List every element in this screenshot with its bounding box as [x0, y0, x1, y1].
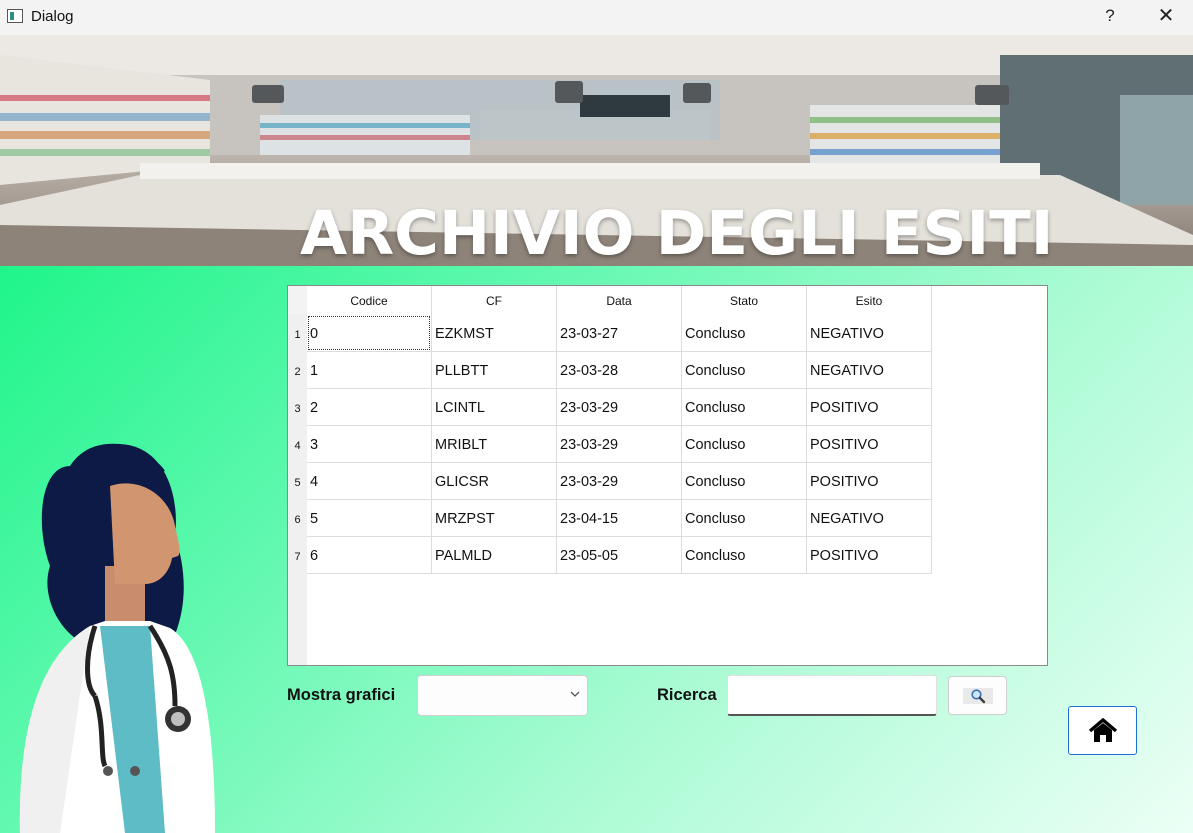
row-number[interactable]: 7 [288, 537, 307, 574]
column-header-data[interactable]: Data [557, 286, 682, 315]
table-cell-esito[interactable]: NEGATIVO [807, 500, 932, 537]
table-cell-cf[interactable]: PALMLD [432, 537, 557, 574]
home-icon [1088, 718, 1118, 742]
table-cell-esito[interactable]: NEGATIVO [807, 352, 932, 389]
column-header-cf[interactable]: CF [432, 286, 557, 315]
table-cell-cf[interactable]: MRIBLT [432, 426, 557, 463]
charts-label: Mostra grafici [287, 686, 396, 704]
charts-combobox[interactable] [417, 675, 588, 716]
table-cell-esito[interactable]: POSITIVO [807, 463, 932, 500]
column-header-esito[interactable]: Esito [807, 286, 932, 315]
table-cell-data[interactable]: 23-03-29 [557, 426, 682, 463]
column-header-stato[interactable]: Stato [682, 286, 807, 315]
table-cell-codice[interactable]: 0 [307, 315, 432, 352]
table-cell-data[interactable]: 23-03-28 [557, 352, 682, 389]
home-button[interactable] [1068, 706, 1137, 755]
table-cell-cf[interactable]: GLICSR [432, 463, 557, 500]
search-label: Ricerca [657, 686, 717, 704]
magnifier-icon [971, 689, 986, 704]
page-title: ARCHIVIO DEGLI ESITI [300, 198, 1054, 266]
row-number[interactable]: 1 [288, 315, 307, 352]
chevron-down-icon [570, 691, 580, 697]
table-cell-stato[interactable]: Concluso [682, 352, 807, 389]
table-cell-esito[interactable]: POSITIVO [807, 537, 932, 574]
window-title: Dialog [31, 8, 74, 25]
table-cell-stato[interactable]: Concluso [682, 463, 807, 500]
table-cell-stato[interactable]: Concluso [682, 315, 807, 352]
row-number[interactable]: 5 [288, 463, 307, 500]
table-cell-esito[interactable]: POSITIVO [807, 389, 932, 426]
row-number[interactable]: 2 [288, 352, 307, 389]
table-cell-codice[interactable]: 5 [307, 500, 432, 537]
row-number[interactable]: 6 [288, 500, 307, 537]
table-cell-data[interactable]: 23-03-29 [557, 389, 682, 426]
row-number[interactable]: 3 [288, 389, 307, 426]
table-cell-data[interactable]: 23-04-15 [557, 500, 682, 537]
table-cell-cf[interactable]: LCINTL [432, 389, 557, 426]
table-cell-cf[interactable]: EZKMST [432, 315, 557, 352]
table-cell-codice[interactable]: 6 [307, 537, 432, 574]
table-cell-codice[interactable]: 1 [307, 352, 432, 389]
table-cell-esito[interactable]: NEGATIVO [807, 315, 932, 352]
table-cell-stato[interactable]: Concluso [682, 537, 807, 574]
table-cell-codice[interactable]: 3 [307, 426, 432, 463]
results-table[interactable]: Codice CF Data Stato Esito 1 0 EZKMST 23… [287, 285, 1048, 666]
search-button[interactable] [948, 676, 1007, 715]
table-cell-esito[interactable]: POSITIVO [807, 426, 932, 463]
column-header-codice[interactable]: Codice [307, 286, 432, 315]
table-cell-cf[interactable]: PLLBTT [432, 352, 557, 389]
help-button[interactable]: ? [1087, 0, 1133, 34]
close-button[interactable]: ✕ [1143, 0, 1189, 34]
table-cell-codice[interactable]: 4 [307, 463, 432, 500]
table-cell-stato[interactable]: Concluso [682, 500, 807, 537]
table-cell-data[interactable]: 23-05-05 [557, 537, 682, 574]
table-cell-codice[interactable]: 2 [307, 389, 432, 426]
table-cell-stato[interactable]: Concluso [682, 426, 807, 463]
doctor-illustration [19, 443, 215, 833]
table-corner[interactable] [288, 286, 307, 315]
banner: ARCHIVIO DEGLI ESITI [0, 35, 1193, 266]
title-bar: Dialog ? ✕ [0, 0, 1193, 36]
table-cell-data[interactable]: 23-03-29 [557, 463, 682, 500]
row-number[interactable]: 4 [288, 426, 307, 463]
table-cell-cf[interactable]: MRZPST [432, 500, 557, 537]
app-icon [7, 9, 23, 23]
table-cell-stato[interactable]: Concluso [682, 389, 807, 426]
search-input[interactable] [727, 675, 937, 716]
table-cell-data[interactable]: 23-03-27 [557, 315, 682, 352]
